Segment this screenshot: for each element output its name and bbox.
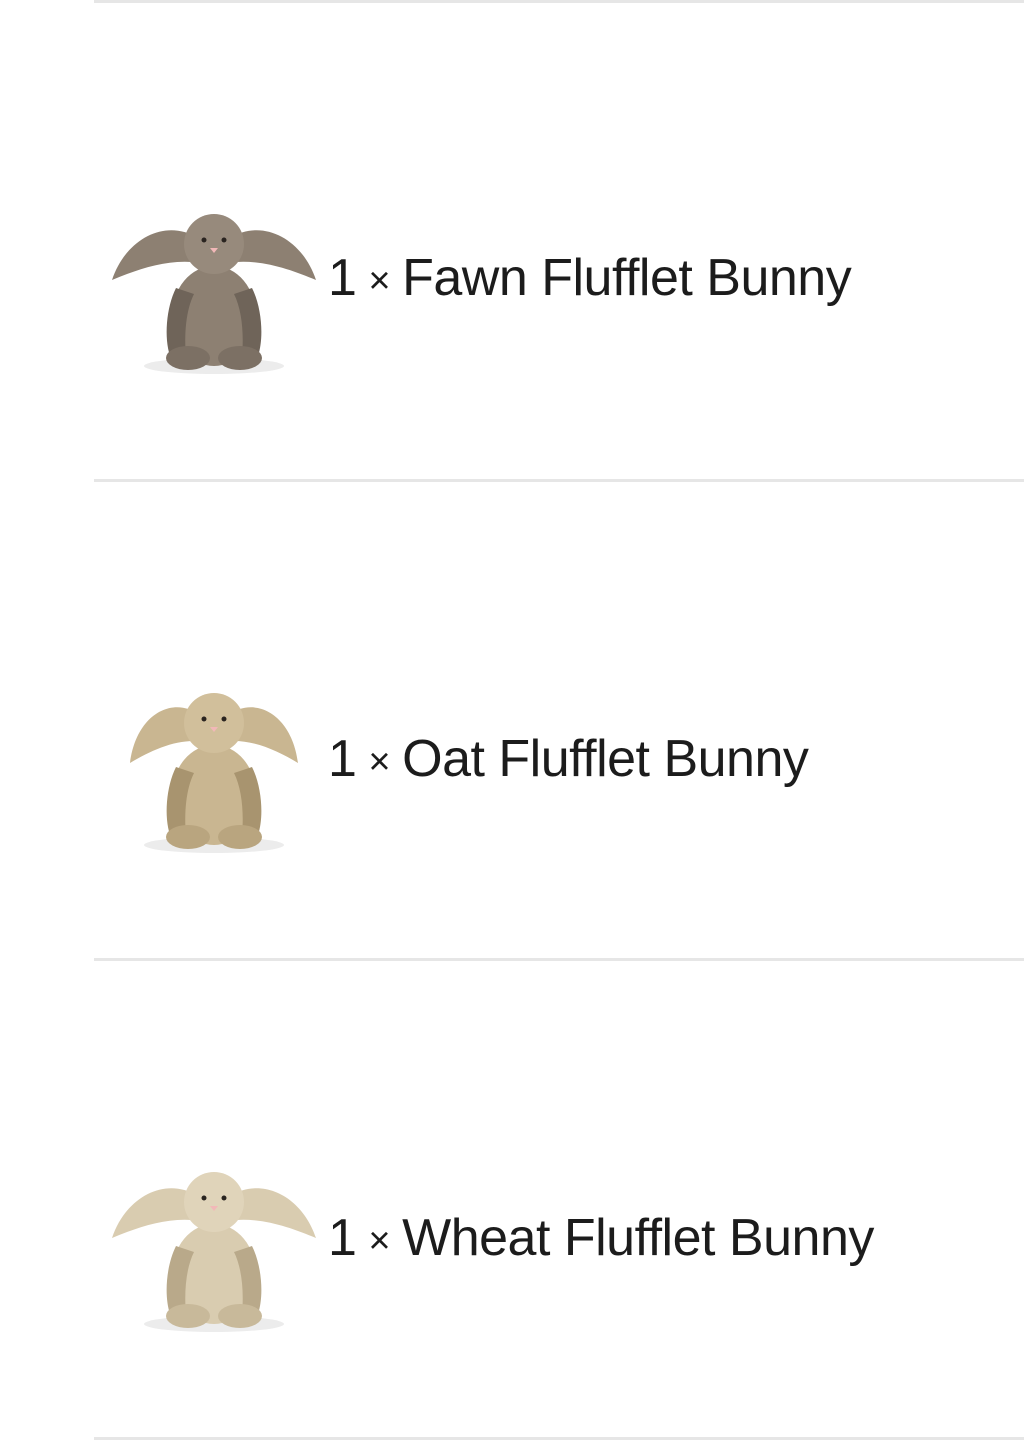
item-quantity: 1 bbox=[328, 1209, 357, 1267]
bunny-icon bbox=[130, 693, 298, 853]
wheat-bunny-image bbox=[106, 1156, 322, 1336]
order-item-fawn: 1 × Fawn Flufflet Bunny bbox=[94, 3, 1024, 479]
oat-bunny-image bbox=[106, 677, 322, 857]
times-symbol: × bbox=[368, 1220, 391, 1262]
bunny-icon bbox=[112, 1172, 316, 1332]
item-quantity: 1 bbox=[328, 249, 357, 307]
item-label: 1 × Wheat Flufflet Bunny bbox=[328, 1208, 874, 1268]
fawn-bunny-image bbox=[106, 198, 322, 378]
bunny-icon bbox=[112, 214, 316, 374]
item-quantity: 1 bbox=[328, 730, 357, 788]
item-name: Wheat Flufflet Bunny bbox=[402, 1209, 874, 1267]
times-symbol: × bbox=[368, 260, 391, 302]
item-name: Oat Flufflet Bunny bbox=[402, 730, 809, 788]
item-label: 1 × Fawn Flufflet Bunny bbox=[328, 248, 852, 308]
order-item-wheat: 1 × Wheat Flufflet Bunny bbox=[94, 961, 1024, 1437]
times-symbol: × bbox=[368, 741, 391, 783]
order-item-oat: 1 × Oat Flufflet Bunny bbox=[94, 482, 1024, 958]
item-name: Fawn Flufflet Bunny bbox=[402, 249, 852, 307]
item-label: 1 × Oat Flufflet Bunny bbox=[328, 729, 809, 789]
